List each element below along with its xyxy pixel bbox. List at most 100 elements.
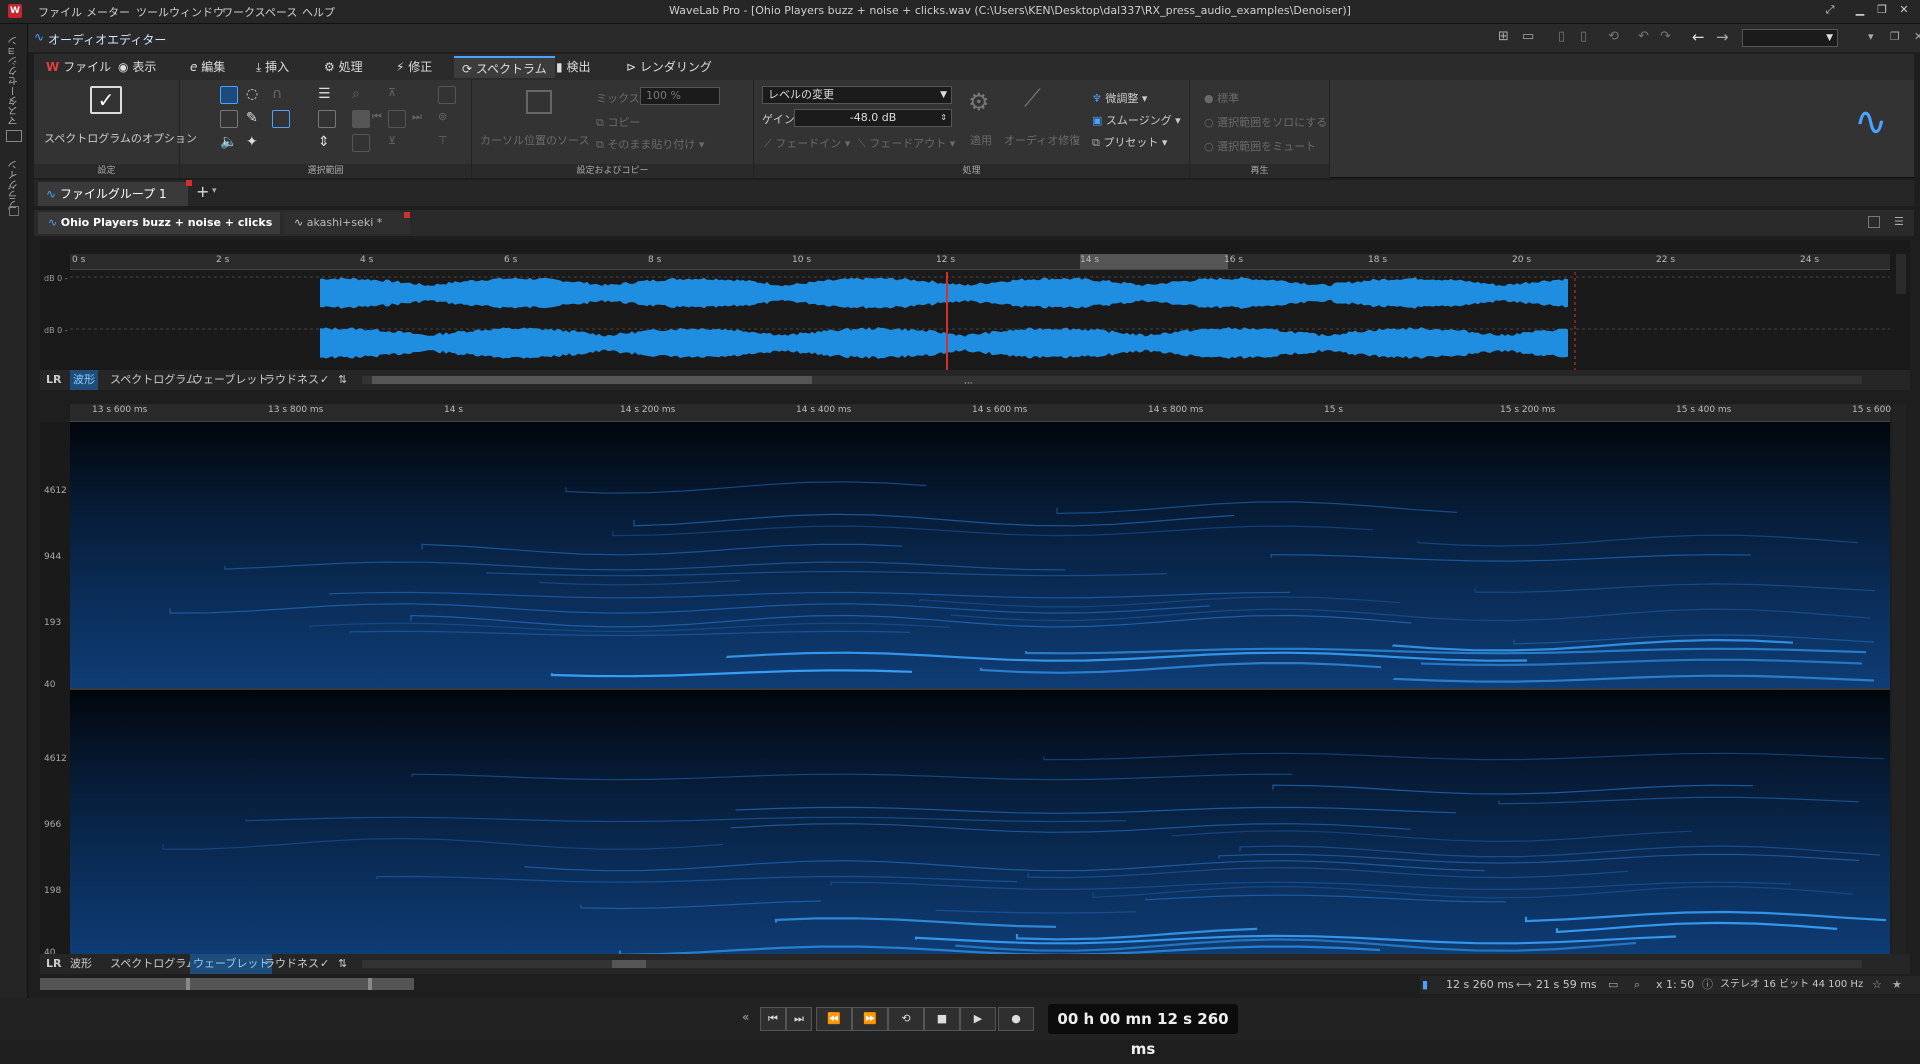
zoom-handle-right[interactable]: [368, 978, 372, 990]
revert-icon[interactable]: ⟲: [1608, 29, 1619, 44]
spectrogram-options-icon[interactable]: ✓: [90, 86, 122, 114]
menu-help[interactable]: ヘルプ: [302, 4, 335, 20]
save-icon[interactable]: ▯: [1558, 29, 1565, 44]
go-to-start-button[interactable]: ⏮: [760, 1007, 786, 1031]
overview-waveform[interactable]: [70, 272, 1890, 372]
stop-button[interactable]: ■: [924, 1007, 960, 1031]
editor-label[interactable]: オーディオエディター: [48, 31, 166, 48]
zoom-slider[interactable]: [40, 978, 414, 990]
restore-icon[interactable]: ❐: [1872, 3, 1892, 19]
swap-icon[interactable]: ⇅: [338, 954, 347, 974]
magic-wand-icon[interactable]: ✦: [246, 134, 264, 152]
undo-icon[interactable]: ↶: [1638, 29, 1649, 44]
overview-scroll-thumb[interactable]: [372, 376, 812, 384]
view-tab-spectrogram[interactable]: スペクトログラム: [110, 370, 197, 390]
apply-gear-icon[interactable]: ⚙: [968, 88, 990, 116]
spectrogram-display[interactable]: [70, 422, 1890, 960]
apply-button[interactable]: 適用: [970, 132, 992, 148]
overview-vertical-scroll[interactable]: [1896, 254, 1906, 294]
spectrogram-right-channel[interactable]: [70, 690, 1890, 960]
cursor-source-button[interactable]: カーソル位置のソース: [480, 132, 589, 148]
display-icon[interactable]: ▭: [1608, 976, 1618, 994]
tab-detect[interactable]: ▮ 検出: [548, 56, 598, 78]
channel-lr-button[interactable]: LR: [46, 954, 61, 974]
fast-forward-button[interactable]: ⏩: [852, 1007, 888, 1031]
spectrogram-options-button[interactable]: スペクトログラムのオプション: [44, 130, 197, 146]
view-tab-wavelet[interactable]: ウェーブレット: [192, 370, 268, 390]
plugin-tab[interactable]: プラグイン: [7, 150, 22, 210]
grid-select-icon[interactable]: [318, 110, 336, 128]
fullscreen-icon[interactable]: ⤢: [1820, 3, 1840, 19]
back-arrow-icon[interactable]: ←: [1692, 28, 1705, 46]
time-frequency-select-icon[interactable]: [220, 86, 238, 104]
minimize-icon[interactable]: ▁: [1850, 3, 1870, 19]
panel-toggle-icon[interactable]: [1868, 216, 1880, 228]
view-tab-wavelet[interactable]: ウェーブレット: [190, 954, 273, 974]
info-icon[interactable]: ⓘ: [1702, 976, 1713, 994]
add-file-icon[interactable]: ⊞: [1498, 29, 1509, 44]
smoothing-button[interactable]: ▣ スムージング ▾: [1092, 112, 1181, 128]
main-time-ruler[interactable]: 13 s 600 ms 13 s 800 ms 14 s 14 s 200 ms…: [70, 404, 1891, 422]
go-to-end-button[interactable]: ⏭: [786, 1007, 812, 1031]
overview-ruler[interactable]: 0 s 2 s 4 s 6 s 8 s 10 s 12 s 14 s 16 s …: [70, 254, 1890, 270]
align-icon[interactable]: ☰: [318, 86, 336, 104]
playback-standard-radio[interactable]: ● 標準: [1204, 90, 1239, 106]
tab-insert[interactable]: ⤓ 挿入: [248, 56, 297, 78]
tab-render[interactable]: ⊳ レンダリング: [618, 56, 720, 78]
menu-workspace[interactable]: ワークスペース: [222, 4, 297, 20]
group-menu-chevron-icon[interactable]: ▾: [212, 186, 217, 196]
overview-scrollbar[interactable]: [362, 376, 1862, 384]
fine-tune-button[interactable]: ♆ 微調整 ▾: [1092, 90, 1147, 106]
panel-close-icon[interactable]: ✕: [1914, 30, 1920, 43]
playback-solo-radio[interactable]: ○ 選択範囲をソロにする: [1204, 114, 1327, 130]
fade-out-button[interactable]: ⟍ フェードアウト ▾: [858, 135, 955, 151]
cursor-source-icon[interactable]: [526, 90, 552, 114]
view-tab-waveform[interactable]: 波形: [70, 954, 92, 974]
rectangle-select-icon[interactable]: [220, 110, 238, 128]
tab-edit[interactable]: e 編集: [182, 56, 233, 78]
lasso-icon[interactable]: ◌: [246, 86, 264, 104]
menu-meter[interactable]: メーター: [86, 4, 130, 20]
app-logo-icon[interactable]: W: [8, 4, 22, 18]
workspace-dropdown[interactable]: ▼: [1742, 29, 1838, 47]
process-dropdown[interactable]: レベルの変更 ▼: [762, 86, 952, 104]
record-button[interactable]: ●: [998, 1007, 1034, 1031]
main-scrollbar[interactable]: [362, 960, 1862, 968]
harmonic-icon[interactable]: ∩: [272, 86, 290, 104]
expand-icon[interactable]: ⇕: [318, 134, 336, 152]
tab-view[interactable]: ◉ 表示: [110, 56, 164, 78]
star-icon[interactable]: ☆: [1872, 976, 1882, 994]
audio-format[interactable]: ステレオ 16 ビット 44 100 Hz: [1720, 976, 1863, 994]
spectrogram-left-channel[interactable]: [70, 422, 1890, 688]
top-icon[interactable]: ⊼: [388, 86, 406, 104]
zoom-handle-left[interactable]: [186, 978, 190, 990]
doc-tab-ohio-players[interactable]: ∿ Ohio Players buzz + noise + clicks: [38, 212, 280, 234]
doc-tab-akashi[interactable]: ∿ akashi+seki *: [284, 212, 410, 234]
target-icon[interactable]: ⊚: [438, 110, 456, 128]
collapse-transport-icon[interactable]: «: [742, 1010, 749, 1024]
master-section-tab[interactable]: マスターセクション: [7, 36, 22, 126]
fade-in-button[interactable]: ⟋ フェードイン ▾: [764, 135, 850, 151]
box-icon[interactable]: [388, 110, 406, 128]
main-scroll-thumb[interactable]: [612, 960, 646, 968]
tab-modify[interactable]: ⚡ 修正: [388, 56, 440, 78]
playback-mute-radio[interactable]: ○ 選択範囲をミュート: [1204, 138, 1316, 154]
zoom-icon[interactable]: ⌕: [1634, 976, 1640, 994]
cursor-position[interactable]: 12 s 260 ms: [1446, 976, 1514, 994]
next-icon[interactable]: ⏭: [412, 110, 430, 128]
zoom-icon[interactable]: ⌕: [352, 86, 370, 104]
loop-button[interactable]: ⟲: [888, 1007, 924, 1031]
play-button[interactable]: ▶: [960, 1007, 996, 1031]
time-display[interactable]: 00 h 00 mn 12 s 260 ms: [1048, 1004, 1238, 1058]
paste-button[interactable]: ⧉ そのまま貼り付け ▾: [596, 136, 704, 152]
check-icon[interactable]: ✓: [320, 370, 329, 390]
selection-mode-icon[interactable]: [272, 110, 290, 128]
rewind-button[interactable]: ⏪: [816, 1007, 852, 1031]
view-tab-loudness[interactable]: ラウドネス: [264, 370, 319, 390]
brush-icon[interactable]: ✎: [246, 110, 264, 128]
forward-arrow-icon[interactable]: →: [1716, 28, 1729, 46]
undock-icon[interactable]: ❐: [1890, 30, 1900, 43]
main-vertical-scroll[interactable]: [1892, 404, 1906, 960]
tab-menu-icon[interactable]: ☰: [1894, 215, 1904, 228]
channel-lr-button[interactable]: LR: [46, 370, 61, 390]
